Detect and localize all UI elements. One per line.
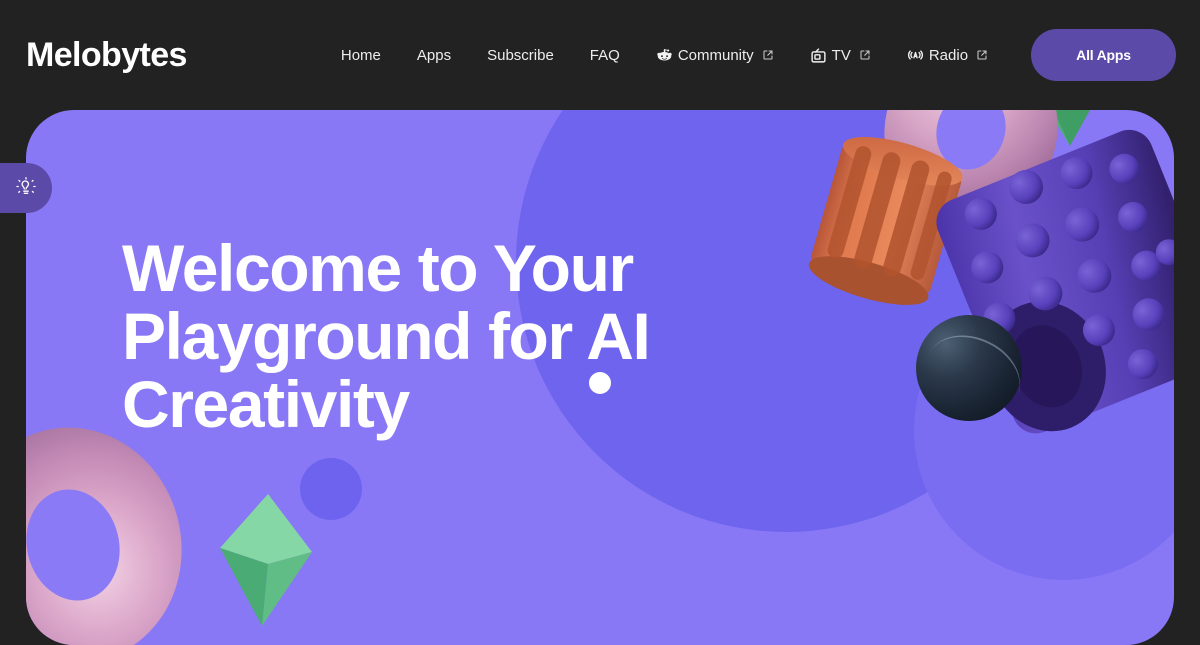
brand-logo[interactable]: Melobytes (26, 38, 187, 72)
green-octahedron-shape (216, 490, 316, 630)
blue-dot-accent (300, 458, 362, 520)
pink-torus-bottom-shape (26, 420, 198, 645)
nav-label: Apps (416, 46, 452, 64)
nav-label: FAQ (589, 46, 620, 64)
main-navigation: Home Apps Subscribe FAQ Community TV Rad… (323, 39, 1006, 72)
broadcast-icon (907, 47, 924, 64)
nav-item-community[interactable]: Community (638, 39, 792, 72)
tv-icon (810, 47, 827, 64)
nav-item-home[interactable]: Home (323, 40, 399, 71)
external-link-icon (762, 49, 774, 61)
nav-item-faq[interactable]: FAQ (572, 40, 638, 71)
page-root: Melobytes Home Apps Subscribe FAQ Commun… (0, 0, 1200, 645)
nav-item-radio[interactable]: Radio (889, 39, 1006, 72)
lightbulb-icon (16, 176, 36, 200)
reddit-icon (656, 47, 673, 64)
navy-sphere-shape (916, 315, 1022, 421)
nav-label: TV (831, 46, 851, 64)
all-apps-button[interactable]: All Apps (1031, 29, 1176, 81)
nav-label: Home (340, 46, 381, 64)
external-link-icon (859, 49, 871, 61)
tips-toggle-button[interactable] (0, 163, 52, 213)
nav-label: Subscribe (487, 46, 554, 64)
hero-title: Welcome to Your Playground for AI Creati… (122, 231, 651, 441)
nav-label: Radio (928, 46, 969, 64)
nav-item-subscribe[interactable]: Subscribe (469, 40, 572, 71)
external-link-icon (976, 49, 988, 61)
nav-item-tv[interactable]: TV (792, 39, 889, 72)
site-header: Melobytes Home Apps Subscribe FAQ Commun… (0, 0, 1200, 110)
nav-label: Community (677, 46, 754, 64)
hero-banner: Welcome to Your Playground for AI Creati… (26, 110, 1174, 645)
nav-item-apps[interactable]: Apps (399, 40, 469, 71)
